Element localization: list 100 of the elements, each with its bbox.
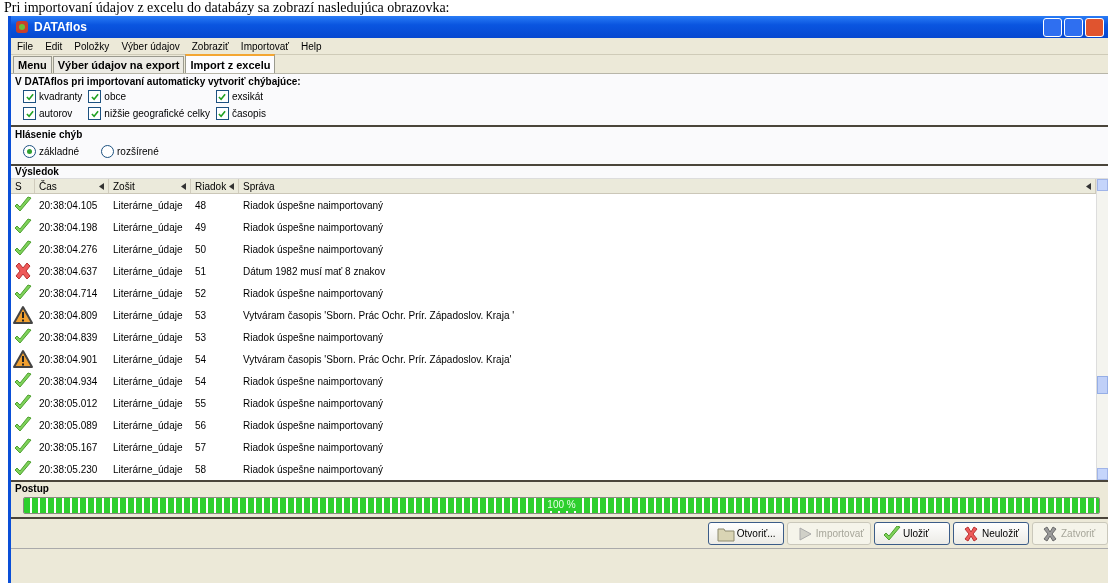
checkbox-label: exsikát <box>231 91 264 102</box>
table-cell-text: 20:38:04.934 <box>38 375 99 387</box>
table-cell-text: Vytváram časopis 'Sborn. Prác Ochr. Prír. Západoslov. Kraja ' <box>242 309 516 321</box>
table-cell-text: 20:38:04.714 <box>38 287 99 299</box>
section-title: Výsledok <box>11 166 1108 179</box>
table-cell-text: Riadok úspešne naimportovaný <box>242 243 385 255</box>
maximize-button[interactable] <box>1064 17 1083 37</box>
table-cell-text: Riadok úspešne naimportovaný <box>242 199 385 211</box>
tab[interactable]: Import z excelu <box>185 54 276 73</box>
folder-icon <box>716 525 735 542</box>
table-cell-text: 49 <box>194 221 208 233</box>
menu-item[interactable]: Edit <box>39 40 69 52</box>
table-cell-text: 55 <box>194 397 208 409</box>
table-cell-text: 20:38:04.198 <box>38 221 99 233</box>
menu-item[interactable]: Importovať <box>234 40 296 52</box>
table-cell-text: 50 <box>194 243 208 255</box>
tab[interactable]: Výber údajov na export <box>52 56 185 73</box>
table-cell-text: Literárne_údaje <box>112 441 184 453</box>
sort-arrow-icon <box>99 182 104 190</box>
table-cell-text: 48 <box>194 199 208 211</box>
menu-item[interactable]: Výber údajov <box>115 40 186 52</box>
open-button[interactable]: Otvoriť... <box>707 522 784 545</box>
table-cell-text: Literárne_údaje <box>112 221 184 233</box>
table-cell-text: Riadok úspešne naimportovaný <box>242 331 385 343</box>
cross-icon <box>13 261 33 281</box>
checkbox[interactable] <box>215 107 229 120</box>
table-cell-text: 20:38:04.276 <box>38 243 99 255</box>
column-header[interactable]: Zošit <box>113 180 135 192</box>
save-button[interactable]: Uložiť <box>874 522 950 545</box>
checkbox-label: kvadranty <box>39 91 83 102</box>
table-cell-text: 20:38:04.809 <box>38 309 99 321</box>
radio-button[interactable] <box>23 145 36 158</box>
cross-icon <box>962 525 980 542</box>
app-icon <box>15 20 29 34</box>
checkbox[interactable] <box>88 107 102 120</box>
table-cell-text: 20:38:05.012 <box>38 397 99 409</box>
table-cell-text: 54 <box>194 353 208 365</box>
section-title: Hlásenie chýb <box>15 129 84 141</box>
table-cell-text: Literárne_údaje <box>112 287 184 299</box>
table-cell-text: 20:38:04.105 <box>38 199 99 211</box>
sort-arrow-icon <box>229 182 234 190</box>
table-cell-text: 20:38:04.901 <box>38 353 99 365</box>
tab[interactable]: Menu <box>13 56 52 73</box>
table-cell-text: 51 <box>194 265 208 277</box>
menu-item[interactable]: Položky <box>68 40 116 52</box>
table-cell-text: Riadok úspešne naimportovaný <box>242 397 385 409</box>
menu-item[interactable]: Help <box>295 40 328 52</box>
table-cell-text: Literárne_údaje <box>112 331 184 343</box>
table-cell-text: Literárne_údaje <box>112 309 184 321</box>
table-cell-text: 58 <box>194 463 208 475</box>
checkbox-label: obce <box>104 91 127 102</box>
menu-item[interactable]: Zobraziť <box>185 40 235 52</box>
table-cell-text: Literárne_údaje <box>112 397 184 409</box>
table-cell-text: Literárne_údaje <box>112 243 184 255</box>
checkbox[interactable] <box>23 90 36 103</box>
table-cell-text: 53 <box>194 331 208 343</box>
checkbox[interactable] <box>23 107 36 120</box>
section-title: Postup <box>15 483 50 495</box>
table-cell-text: 20:38:04.839 <box>38 331 99 343</box>
radio-button[interactable] <box>101 145 115 158</box>
table-cell-text: 20:38:04.637 <box>38 265 99 277</box>
table-cell-text: Literárne_údaje <box>112 419 184 431</box>
table-cell-text: Literárne_údaje <box>112 353 184 365</box>
check-icon <box>883 525 901 542</box>
cross-icon <box>1041 525 1059 542</box>
table-cell-text: 20:38:05.167 <box>38 441 99 453</box>
window-title: DATAflos <box>34 20 87 34</box>
column-header[interactable]: Riadok <box>195 180 227 192</box>
table-cell-text: 57 <box>194 441 208 453</box>
table-cell-text: Riadok úspešne naimportovaný <box>242 441 385 453</box>
table-cell-text: Riadok úspešne naimportovaný <box>242 287 385 299</box>
table-cell-text: Literárne_údaje <box>112 199 184 211</box>
radio-label: rozšírené <box>117 146 159 157</box>
checkbox[interactable] <box>215 90 229 103</box>
checkbox[interactable] <box>88 90 102 103</box>
table-cell-text: Literárne_údaje <box>112 375 184 387</box>
table-cell-text: Riadok úspešne naimportovaný <box>242 419 385 431</box>
checkbox-label: časopis <box>231 108 266 119</box>
table-cell-text: Literárne_údaje <box>112 265 184 277</box>
minimize-button[interactable] <box>1043 17 1062 37</box>
sort-arrow-icon <box>1086 182 1091 190</box>
table-cell-text: 20:38:05.089 <box>38 419 99 431</box>
scrollbar[interactable] <box>1096 179 1108 480</box>
table-cell-text: 53 <box>194 309 208 321</box>
table-cell-text: 54 <box>194 375 208 387</box>
table-cell-text: 20:38:05.230 <box>38 463 99 475</box>
table-cell-text: 56 <box>194 419 208 431</box>
discard-button[interactable]: Neuložiť <box>953 522 1029 545</box>
column-header[interactable]: Čas <box>39 180 57 192</box>
checkbox-label: autorov <box>39 108 73 119</box>
column-header[interactable]: Správa <box>243 180 275 192</box>
column-header[interactable]: S <box>15 180 22 192</box>
checkbox-label: nižšie geografické celky <box>104 108 210 119</box>
table-cell-text: Literárne_údaje <box>112 463 184 475</box>
table-cell-text: Vytváram časopis 'Sborn. Prác Ochr. Prír. Západoslov. Kraja' <box>242 353 513 365</box>
table-cell-text: Riadok úspešne naimportovaný <box>242 463 385 475</box>
close-button[interactable] <box>1085 17 1104 37</box>
menu-item[interactable]: File <box>11 40 40 52</box>
table-cell-text: Riadok úspešne naimportovaný <box>242 221 385 233</box>
progress-reading: 100 % <box>545 498 578 511</box>
